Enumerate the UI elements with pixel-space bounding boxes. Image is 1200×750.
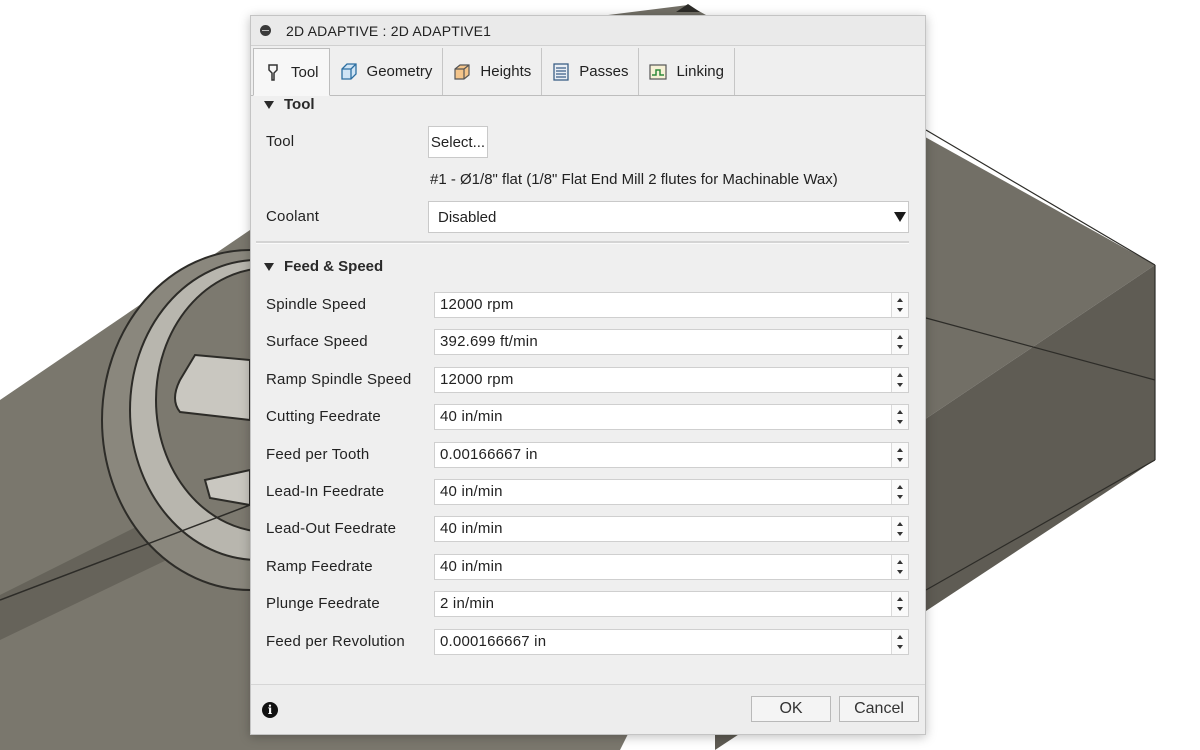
spin-up-icon[interactable]: [897, 448, 903, 452]
field-label: Cutting Feedrate: [266, 408, 381, 425]
tab-linking[interactable]: Linking: [639, 48, 735, 95]
ok-button[interactable]: OK: [751, 696, 831, 722]
field-value: 0.000166667 in: [440, 633, 547, 650]
field-value: 12000 rpm: [440, 371, 514, 388]
spinner-control[interactable]: [891, 405, 908, 429]
spin-up-icon[interactable]: [897, 597, 903, 601]
field-label: Plunge Feedrate: [266, 595, 380, 612]
spinner-control[interactable]: [891, 517, 908, 541]
tool-description: #1 - Ø1/8" flat (1/8" Flat End Mill 2 fl…: [430, 171, 838, 188]
spinner-control[interactable]: [891, 293, 908, 317]
spin-up-icon[interactable]: [897, 335, 903, 339]
tab-passes[interactable]: Passes: [542, 48, 640, 95]
section-divider: [256, 241, 909, 244]
select-tool-button[interactable]: Select...: [428, 126, 488, 158]
field-label: Lead-Out Feedrate: [266, 520, 397, 537]
tab-tool[interactable]: Tool: [253, 48, 330, 96]
linking-icon: [648, 62, 668, 82]
tool-label: Tool: [266, 133, 295, 150]
field-label: Ramp Feedrate: [266, 558, 373, 575]
numeric-input-field[interactable]: 40 in/min: [434, 554, 909, 580]
numeric-input-field[interactable]: 0.00166667 in: [434, 442, 909, 468]
spin-up-icon[interactable]: [897, 635, 903, 639]
tool-icon: [263, 62, 283, 82]
numeric-input-field[interactable]: 0.000166667 in: [434, 629, 909, 655]
field-value: 40 in/min: [440, 408, 503, 425]
spinner-control[interactable]: [891, 555, 908, 579]
expand-triangle-icon: [264, 262, 274, 271]
tab-bar: Tool Geometry Heights Passes Linking: [251, 46, 925, 96]
spin-down-icon[interactable]: [897, 645, 903, 649]
spin-down-icon[interactable]: [897, 495, 903, 499]
numeric-input-field[interactable]: 12000 rpm: [434, 292, 909, 318]
spin-down-icon[interactable]: [897, 420, 903, 424]
geometry-icon: [339, 62, 359, 82]
tab-heights[interactable]: Heights: [443, 48, 543, 95]
field-label: Spindle Speed: [266, 296, 367, 313]
tab-passes-label: Passes: [579, 63, 629, 80]
field-label: Feed per Tooth: [266, 446, 370, 463]
numeric-input-field[interactable]: 2 in/min: [434, 591, 909, 617]
cancel-button[interactable]: Cancel: [839, 696, 919, 722]
feed-speed-section-header[interactable]: Feed & Speed: [264, 258, 383, 275]
tab-linking-label: Linking: [676, 63, 724, 80]
field-label: Lead-In Feedrate: [266, 483, 385, 500]
dialog-title: 2D ADAPTIVE : 2D ADAPTIVE1: [286, 22, 492, 39]
field-value: 392.699 ft/min: [440, 333, 538, 350]
info-icon[interactable]: i: [262, 702, 278, 718]
numeric-input-field[interactable]: 40 in/min: [434, 479, 909, 505]
tab-geometry[interactable]: Geometry: [330, 48, 444, 95]
field-label: Ramp Spindle Speed: [266, 371, 412, 388]
feed-speed-section-title: Feed & Speed: [284, 258, 384, 275]
tab-tool-label: Tool: [291, 63, 319, 81]
spin-up-icon[interactable]: [897, 522, 903, 526]
coolant-value: Disabled: [438, 208, 497, 226]
numeric-input-field[interactable]: 40 in/min: [434, 516, 909, 542]
expand-triangle-icon: [264, 100, 274, 109]
spin-up-icon[interactable]: [897, 373, 903, 377]
field-value: 40 in/min: [440, 483, 503, 500]
spinner-control[interactable]: [891, 330, 908, 354]
spin-up-icon[interactable]: [897, 485, 903, 489]
field-value: 40 in/min: [440, 520, 503, 537]
field-label: Surface Speed: [266, 333, 368, 350]
numeric-input-field[interactable]: 392.699 ft/min: [434, 329, 909, 355]
spin-down-icon[interactable]: [897, 383, 903, 387]
spin-down-icon[interactable]: [897, 570, 903, 574]
dropdown-arrow-icon: [894, 212, 906, 222]
tool-section-title: Tool: [284, 96, 315, 113]
spinner-control[interactable]: [891, 368, 908, 392]
spinner-control[interactable]: [891, 592, 908, 616]
spinner-control[interactable]: [891, 630, 908, 654]
tab-geometry-label: Geometry: [366, 63, 433, 80]
spin-up-icon[interactable]: [897, 560, 903, 564]
spin-down-icon[interactable]: [897, 458, 903, 462]
dialog-titlebar[interactable]: 2D ADAPTIVE : 2D ADAPTIVE1: [251, 16, 925, 46]
spinner-control[interactable]: [891, 443, 908, 467]
spinner-control[interactable]: [891, 480, 908, 504]
field-value: 12000 rpm: [440, 296, 514, 313]
tab-heights-label: Heights: [480, 63, 532, 80]
coolant-select[interactable]: Disabled: [428, 201, 909, 233]
field-value: 0.00166667 in: [440, 446, 538, 463]
numeric-input-field[interactable]: 40 in/min: [434, 404, 909, 430]
passes-icon: [551, 62, 571, 82]
spin-up-icon[interactable]: [897, 410, 903, 414]
spin-down-icon[interactable]: [897, 532, 903, 536]
spin-down-icon[interactable]: [897, 607, 903, 611]
coolant-label: Coolant: [266, 208, 320, 225]
field-value: 2 in/min: [440, 595, 495, 612]
numeric-input-field[interactable]: 12000 rpm: [434, 367, 909, 393]
collapse-dialog-icon[interactable]: [260, 25, 271, 36]
tool-section-header[interactable]: Tool: [264, 96, 315, 113]
2d-adaptive-dialog: 2D ADAPTIVE : 2D ADAPTIVE1 Tool Geometry…: [250, 15, 926, 735]
dialog-footer: i OK Cancel: [251, 684, 925, 734]
spin-up-icon[interactable]: [897, 298, 903, 302]
field-value: 40 in/min: [440, 558, 503, 575]
spin-down-icon[interactable]: [897, 308, 903, 312]
field-label: Feed per Revolution: [266, 633, 405, 650]
spin-down-icon[interactable]: [897, 345, 903, 349]
heights-icon: [452, 62, 472, 82]
